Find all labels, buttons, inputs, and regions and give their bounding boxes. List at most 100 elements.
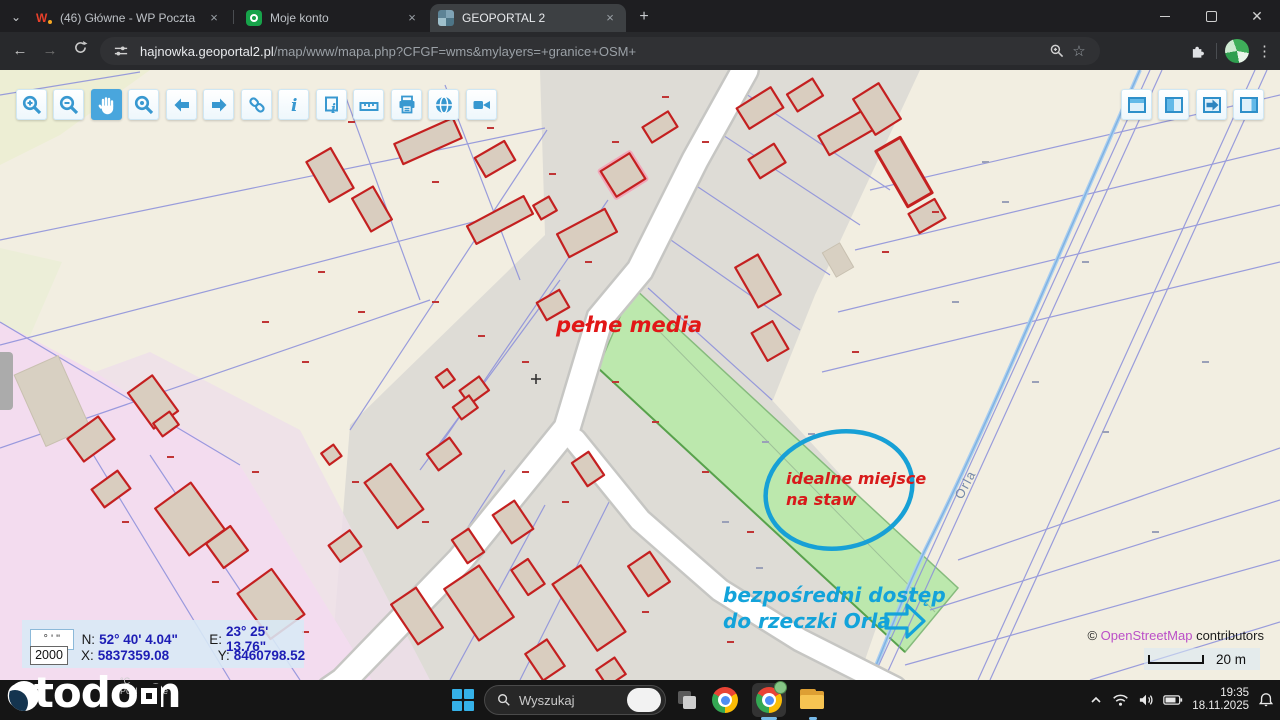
scale-bar: 20 m bbox=[1144, 648, 1260, 670]
clock-time: 19:35 bbox=[1192, 687, 1249, 700]
tab-title: GEOPORTAL 2 bbox=[462, 11, 596, 25]
stream-button[interactable] bbox=[466, 89, 497, 120]
browser-toolbar: ← → hajnowka.geoportal2.pl/map/www/mapa.… bbox=[0, 32, 1280, 70]
close-button[interactable]: ✕ bbox=[1234, 0, 1280, 32]
pan-button[interactable] bbox=[91, 89, 122, 120]
tab-close-icon[interactable]: × bbox=[206, 10, 222, 26]
wifi-icon[interactable] bbox=[1112, 693, 1129, 707]
screen: ⌄ W (46) Główne - WP Poczta × Moje konto… bbox=[0, 0, 1280, 720]
tab-wp-poczta[interactable]: W (46) Główne - WP Poczta × bbox=[28, 4, 230, 32]
search-placeholder: Wyszukaj bbox=[519, 693, 619, 708]
extensions-puzzle-icon[interactable] bbox=[1186, 40, 1208, 62]
tab-title: (46) Główne - WP Poczta bbox=[60, 11, 200, 25]
otodom-logo-mark bbox=[9, 681, 39, 711]
annotation-access-2: do rzeczki Orla bbox=[723, 609, 891, 633]
explorer-taskbar-icon[interactable] bbox=[796, 683, 830, 717]
search-icon bbox=[497, 693, 511, 707]
wp-favicon: W bbox=[36, 10, 52, 26]
new-tab-button[interactable]: + bbox=[634, 7, 654, 27]
svg-text:i: i bbox=[291, 96, 297, 116]
print-button[interactable] bbox=[391, 89, 422, 120]
tab-title: Moje konto bbox=[270, 11, 398, 25]
zoom-page-icon[interactable] bbox=[1046, 40, 1068, 62]
tray-chevron-icon[interactable] bbox=[1089, 693, 1103, 707]
map-canvas[interactable]: Orla pełne media idealne miejsce na staw… bbox=[0, 70, 1280, 680]
tab-close-icon[interactable]: × bbox=[404, 10, 420, 26]
annotation-pelne-media: pełne media bbox=[555, 313, 702, 337]
svg-text:i: i bbox=[331, 102, 336, 116]
tab-geoportal[interactable]: GEOPORTAL 2 × bbox=[430, 4, 626, 32]
windows-taskbar: Wyszukaj 19:35 18.11.2025 bbox=[0, 680, 1280, 720]
battery-icon[interactable] bbox=[1163, 693, 1183, 707]
profile-avatar[interactable] bbox=[1225, 39, 1249, 63]
identify-button[interactable]: i bbox=[316, 89, 347, 120]
x-label: X: bbox=[81, 648, 94, 663]
history-forward-button[interactable] bbox=[203, 89, 234, 120]
annotation-pond-2: na staw bbox=[786, 490, 857, 509]
search-highlight-cap bbox=[627, 688, 661, 712]
globe-button[interactable] bbox=[428, 89, 459, 120]
history-back-button[interactable] bbox=[166, 89, 197, 120]
reload-icon[interactable] bbox=[68, 39, 92, 63]
otodom-square-o bbox=[137, 684, 161, 708]
browser-menu-icon[interactable]: ⋮ bbox=[1257, 42, 1272, 60]
geoportal-favicon bbox=[438, 10, 454, 26]
top-panel-button[interactable] bbox=[1121, 89, 1152, 120]
notification-bell-icon[interactable] bbox=[1258, 692, 1274, 708]
side-panel-handle[interactable] bbox=[0, 352, 13, 410]
right-panel-button[interactable] bbox=[1233, 89, 1264, 120]
chrome-active-taskbar-icon[interactable] bbox=[752, 683, 786, 717]
back-icon[interactable]: ← bbox=[8, 39, 32, 63]
n-label: N: bbox=[82, 632, 96, 647]
tab-divider bbox=[233, 10, 234, 24]
taskbar-clock[interactable]: 19:35 18.11.2025 bbox=[1192, 687, 1249, 713]
scale-bar-label: 20 m bbox=[1216, 652, 1246, 667]
tab-close-icon[interactable]: × bbox=[602, 10, 618, 26]
e-label: E: bbox=[209, 632, 222, 647]
collapse-right-button[interactable] bbox=[1196, 89, 1227, 120]
n-value: 52° 40' 4.04" bbox=[99, 632, 191, 647]
browser-titlebar: ⌄ W (46) Główne - WP Poczta × Moje konto… bbox=[0, 0, 1280, 32]
link-button[interactable] bbox=[241, 89, 272, 120]
toolbar-divider bbox=[1216, 43, 1217, 59]
url-host: hajnowka.geoportal2.pl bbox=[140, 44, 274, 59]
url-text: hajnowka.geoportal2.pl/map/www/mapa.php?… bbox=[140, 44, 1046, 59]
left-panel-button[interactable] bbox=[1158, 89, 1189, 120]
minimize-button[interactable] bbox=[1142, 0, 1188, 32]
konto-favicon bbox=[246, 10, 262, 26]
start-button[interactable] bbox=[452, 689, 474, 711]
annotation-access-1: bezpośredni dostęp bbox=[723, 583, 946, 607]
coordinates-panel: ° ' " N: 52° 40' 4.04" E: 23° 25' 13.76"… bbox=[22, 620, 304, 668]
zoom-out-button[interactable] bbox=[53, 89, 84, 120]
scale-bar-line bbox=[1148, 655, 1204, 664]
y-value: 8460798.52 bbox=[234, 648, 305, 663]
site-controls-icon[interactable] bbox=[110, 40, 132, 62]
chrome-taskbar-icon[interactable] bbox=[708, 683, 742, 717]
forward-icon[interactable]: → bbox=[38, 39, 62, 63]
y-label: Y: bbox=[218, 648, 230, 663]
x-value: 5837359.08 bbox=[98, 648, 200, 663]
osm-link[interactable]: OpenStreetMap bbox=[1101, 628, 1193, 643]
bookmark-star-icon[interactable]: ☆ bbox=[1068, 40, 1090, 62]
window-controls: ✕ bbox=[1142, 0, 1280, 32]
zoom-in-button[interactable] bbox=[16, 89, 47, 120]
task-view-button[interactable] bbox=[676, 689, 698, 711]
tab-moje-konto[interactable]: Moje konto × bbox=[238, 4, 428, 32]
folder-icon bbox=[800, 689, 826, 711]
otodom-watermark: otodom bbox=[6, 668, 180, 717]
chrome-badge bbox=[774, 681, 787, 694]
annotation-pond-1: idealne miejsce bbox=[786, 469, 926, 488]
chrome-icon bbox=[712, 687, 738, 713]
zoom-scale-button[interactable] bbox=[128, 89, 159, 120]
tab-search-icon[interactable]: ⌄ bbox=[6, 7, 26, 27]
scale-input[interactable]: 2000 bbox=[30, 646, 68, 665]
address-bar[interactable]: hajnowka.geoportal2.pl/map/www/mapa.php?… bbox=[100, 37, 1100, 65]
osm-attribution: © OpenStreetMap contributors bbox=[1087, 628, 1264, 643]
maximize-button[interactable] bbox=[1188, 0, 1234, 32]
info-button[interactable]: i bbox=[278, 89, 309, 120]
volume-icon[interactable] bbox=[1138, 693, 1154, 707]
url-path: /map/www/mapa.php?CFGF=wms&mylayers=+gra… bbox=[274, 44, 636, 59]
measure-button[interactable] bbox=[353, 89, 384, 120]
map-viewport[interactable]: Orla pełne media idealne miejsce na staw… bbox=[0, 70, 1280, 680]
taskbar-search[interactable]: Wyszukaj bbox=[484, 685, 666, 715]
